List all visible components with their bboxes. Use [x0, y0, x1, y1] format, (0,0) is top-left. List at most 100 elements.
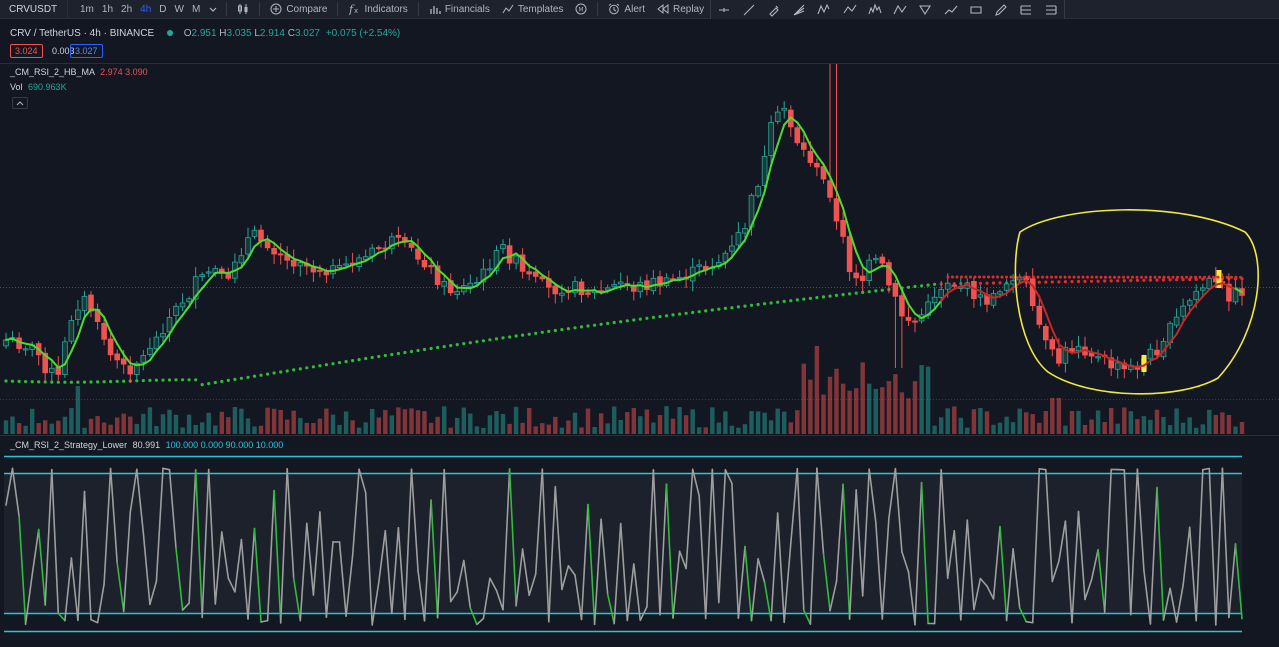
candle[interactable] [323, 271, 330, 276]
candle[interactable] [977, 294, 984, 298]
candle[interactable] [617, 281, 624, 285]
candle[interactable] [454, 291, 460, 296]
candle[interactable] [506, 245, 513, 264]
candle[interactable] [559, 292, 565, 296]
candle[interactable] [997, 291, 1003, 295]
candle[interactable] [1029, 278, 1036, 307]
candle[interactable] [500, 244, 506, 250]
candle[interactable] [127, 365, 134, 375]
candle[interactable] [1147, 348, 1154, 360]
candle[interactable] [755, 185, 761, 197]
candle[interactable] [1193, 290, 1200, 301]
candle[interactable] [62, 341, 68, 375]
candle[interactable] [899, 295, 905, 317]
candle[interactable] [1036, 305, 1043, 325]
candle[interactable] [264, 240, 271, 249]
candle[interactable] [258, 229, 264, 242]
candle[interactable] [814, 162, 820, 168]
candle[interactable] [1114, 362, 1121, 370]
candle[interactable] [644, 280, 650, 290]
volume-legend[interactable]: Vol 690.963K [10, 82, 67, 92]
candle[interactable] [251, 229, 258, 237]
candle[interactable] [794, 127, 801, 144]
candle[interactable] [1200, 287, 1206, 291]
candle[interactable] [513, 255, 519, 264]
candle[interactable] [912, 320, 918, 323]
candle[interactable] [696, 264, 702, 267]
candle[interactable] [585, 292, 591, 295]
candle[interactable] [317, 269, 323, 272]
candle[interactable] [277, 253, 284, 256]
candle[interactable] [931, 296, 938, 304]
lower-indicator-legend[interactable]: _CM_RSI_2_Strategy_Lower 80.991 100.000 … [10, 440, 283, 450]
candle[interactable] [768, 122, 774, 156]
candle[interactable] [205, 271, 212, 274]
candle[interactable] [408, 242, 415, 248]
candle[interactable] [801, 142, 807, 150]
candle[interactable] [199, 274, 206, 278]
candle[interactable] [1075, 345, 1082, 352]
candle[interactable] [578, 281, 585, 296]
legend-symbol[interactable]: CRV / TetherUS [10, 28, 81, 39]
candle[interactable] [853, 272, 859, 279]
candle[interactable] [297, 262, 304, 267]
candle[interactable] [781, 107, 787, 111]
candle[interactable] [879, 256, 886, 264]
market-status-icon[interactable] [166, 30, 173, 37]
candle[interactable] [1186, 300, 1193, 306]
candle[interactable] [676, 276, 683, 279]
candle[interactable] [68, 320, 75, 342]
candle[interactable] [1049, 339, 1056, 350]
candle[interactable] [944, 282, 951, 290]
candle[interactable] [336, 264, 343, 268]
candle[interactable] [186, 298, 192, 303]
candle[interactable] [49, 367, 55, 373]
candle[interactable] [428, 265, 434, 268]
sell-price-box[interactable]: 3.024 [10, 44, 43, 58]
candle[interactable] [160, 332, 166, 338]
candle[interactable] [343, 263, 349, 266]
candle[interactable] [245, 237, 251, 255]
candle[interactable] [990, 293, 997, 306]
collapse-legend-button[interactable] [12, 97, 28, 109]
candle[interactable] [1206, 278, 1213, 289]
candle[interactable] [271, 247, 277, 255]
candle[interactable] [225, 272, 232, 279]
candle[interactable] [441, 281, 447, 287]
candle[interactable] [1003, 283, 1010, 291]
candle[interactable] [1056, 348, 1062, 364]
candle[interactable] [179, 302, 186, 308]
candle[interactable] [729, 245, 735, 252]
candle[interactable] [1010, 280, 1016, 285]
candle[interactable] [840, 219, 846, 237]
candle[interactable] [637, 281, 644, 293]
candle[interactable] [395, 234, 402, 238]
candle[interactable] [742, 228, 748, 234]
candle[interactable] [1154, 349, 1160, 356]
candle[interactable] [120, 358, 127, 365]
candle[interactable] [526, 271, 532, 275]
candle[interactable] [905, 316, 912, 321]
candle[interactable] [873, 258, 879, 261]
candle[interactable] [846, 236, 853, 273]
candle[interactable] [1095, 356, 1101, 359]
candle[interactable] [114, 353, 121, 361]
candle[interactable] [951, 284, 958, 287]
candle[interactable] [1180, 305, 1186, 317]
buy-price-box[interactable]: 3.027 [70, 44, 103, 58]
candle[interactable] [807, 150, 814, 164]
candle[interactable] [75, 309, 81, 320]
candle[interactable] [107, 338, 114, 356]
candle[interactable] [487, 268, 493, 271]
candle[interactable] [735, 232, 742, 246]
candle[interactable] [147, 347, 153, 355]
candle[interactable] [552, 285, 559, 295]
candle[interactable] [1043, 325, 1049, 341]
candle[interactable] [859, 275, 866, 282]
candle[interactable] [415, 248, 421, 260]
chart-canvas[interactable] [0, 0, 1279, 647]
candle[interactable] [81, 296, 88, 311]
candle[interactable] [173, 305, 179, 316]
candle[interactable] [153, 336, 160, 350]
hb-ma-legend[interactable]: _CM_RSI_2_HB_MA 2.974 3.090 [10, 67, 148, 77]
